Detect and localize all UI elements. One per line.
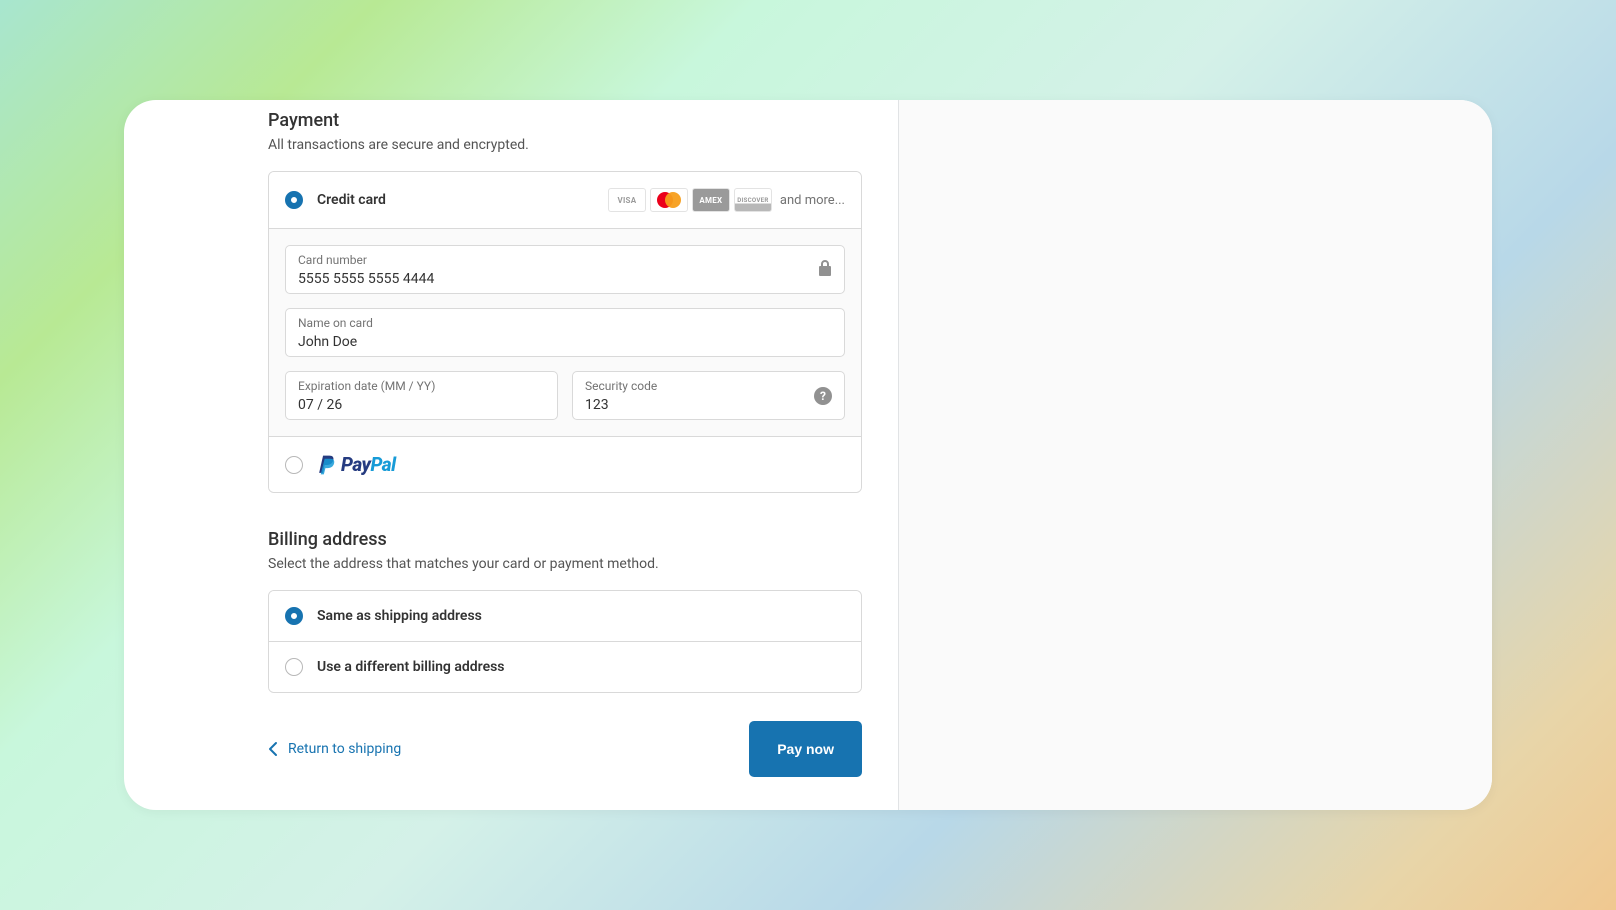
billing-section: Billing address Select the address that … (268, 529, 862, 693)
help-icon[interactable]: ? (814, 387, 832, 405)
credit-card-label: Credit card (317, 192, 386, 208)
checkout-left-column: Payment All transactions are secure and … (124, 100, 899, 810)
radio-icon (285, 607, 303, 625)
card-number-input[interactable] (298, 271, 832, 287)
billing-subtitle: Select the address that matches your car… (268, 556, 862, 572)
mastercard-icon (650, 188, 688, 212)
billing-different-label: Use a different billing address (317, 659, 505, 675)
payment-subtitle: All transactions are secure and encrypte… (268, 137, 862, 153)
paypal-icon: PayPal (317, 453, 396, 476)
name-on-card-label: Name on card (298, 316, 832, 330)
payment-method-group: Credit card VISA AMEX DISCOVER and more.… (268, 171, 862, 493)
and-more-text: and more... (780, 193, 845, 208)
card-brand-row: VISA AMEX DISCOVER and more... (608, 188, 845, 212)
payment-option-credit-card[interactable]: Credit card VISA AMEX DISCOVER and more.… (269, 172, 861, 228)
billing-option-different[interactable]: Use a different billing address (269, 641, 861, 692)
discover-icon: DISCOVER (734, 188, 772, 212)
card-number-field-wrapper: Card number (285, 245, 845, 294)
expiration-input[interactable] (298, 397, 545, 413)
return-to-shipping-link[interactable]: Return to shipping (268, 741, 401, 757)
security-code-label: Security code (585, 379, 832, 393)
amex-icon: AMEX (692, 188, 730, 212)
checkout-frame: Payment All transactions are secure and … (124, 100, 1492, 810)
return-to-shipping-text: Return to shipping (288, 741, 401, 757)
card-number-label: Card number (298, 253, 832, 267)
payment-option-paypal[interactable]: PayPal (269, 436, 861, 492)
radio-icon (285, 456, 303, 474)
name-on-card-field-wrapper: Name on card (285, 308, 845, 357)
billing-same-label: Same as shipping address (317, 608, 482, 624)
credit-card-form: Card number Name on card Expiration date… (269, 228, 861, 436)
visa-icon: VISA (608, 188, 646, 212)
billing-option-same[interactable]: Same as shipping address (269, 591, 861, 641)
chevron-left-icon (268, 741, 278, 757)
security-code-input[interactable] (585, 397, 832, 413)
payment-title: Payment (268, 110, 862, 131)
footer-row: Return to shipping Pay now (268, 721, 862, 777)
name-on-card-input[interactable] (298, 334, 832, 350)
billing-address-group: Same as shipping address Use a different… (268, 590, 862, 693)
expiration-field-wrapper: Expiration date (MM / YY) (285, 371, 558, 420)
lock-icon (818, 260, 832, 280)
checkout-right-column (899, 100, 1492, 810)
radio-icon (285, 191, 303, 209)
radio-icon (285, 658, 303, 676)
security-code-field-wrapper: Security code ? (572, 371, 845, 420)
billing-title: Billing address (268, 529, 862, 550)
expiration-label: Expiration date (MM / YY) (298, 379, 545, 393)
pay-now-button[interactable]: Pay now (749, 721, 862, 777)
